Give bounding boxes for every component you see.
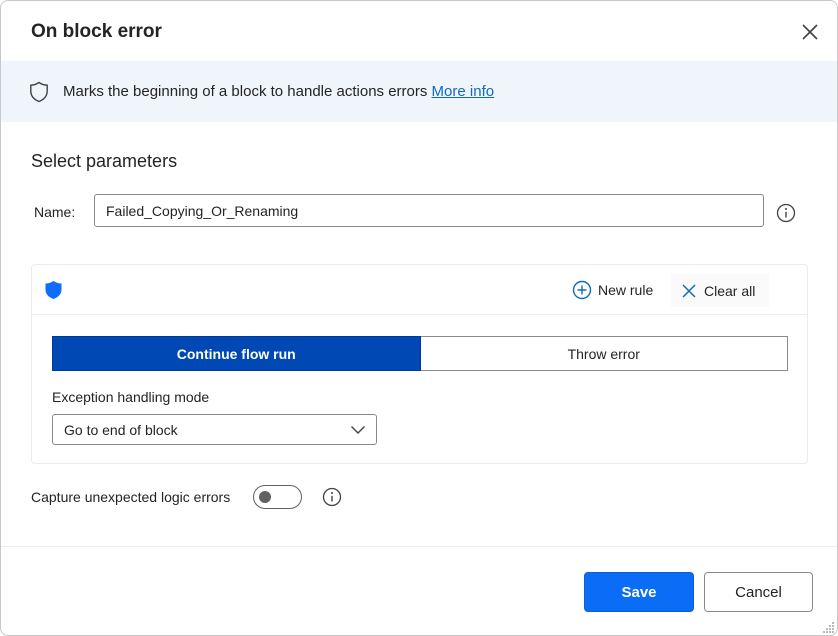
resize-grip-icon[interactable] bbox=[823, 621, 835, 633]
capture-errors-toggle[interactable] bbox=[253, 485, 302, 509]
cancel-button[interactable]: Cancel bbox=[704, 572, 813, 612]
continue-flow-run-option[interactable]: Continue flow run bbox=[52, 336, 421, 371]
shield-outline-icon bbox=[29, 81, 49, 103]
more-info-link[interactable]: More info bbox=[432, 83, 495, 100]
name-label: Name: bbox=[34, 204, 75, 220]
exception-mode-value: Go to end of block bbox=[64, 422, 178, 438]
panel-header: New rule Clear all bbox=[32, 265, 807, 315]
exception-mode-label: Exception handling mode bbox=[52, 389, 209, 405]
error-action-segmented-control: Continue flow run Throw error bbox=[52, 336, 788, 371]
section-title: Select parameters bbox=[31, 151, 177, 172]
new-rule-button[interactable]: New rule bbox=[572, 279, 653, 301]
new-rule-label: New rule bbox=[598, 282, 653, 298]
banner-description: Marks the beginning of a block to handle… bbox=[63, 83, 432, 100]
close-icon bbox=[799, 21, 821, 43]
clear-all-label: Clear all bbox=[704, 283, 755, 299]
on-block-error-dialog: On block error Marks the beginning of a … bbox=[0, 0, 838, 636]
save-button[interactable]: Save bbox=[584, 572, 694, 612]
error-rules-panel: New rule Clear all Continue flow run Thr… bbox=[31, 264, 808, 464]
dismiss-icon bbox=[681, 283, 697, 299]
chevron-down-icon bbox=[350, 424, 366, 436]
clear-all-button[interactable]: Clear all bbox=[671, 274, 769, 307]
exception-mode-dropdown[interactable]: Go to end of block bbox=[52, 414, 377, 445]
name-input[interactable] bbox=[94, 194, 764, 227]
info-banner: Marks the beginning of a block to handle… bbox=[1, 61, 837, 122]
dialog-title: On block error bbox=[31, 21, 162, 43]
add-circle-icon bbox=[572, 280, 592, 300]
toggle-knob bbox=[259, 491, 271, 503]
close-button[interactable] bbox=[799, 21, 821, 43]
banner-text: Marks the beginning of a block to handle… bbox=[63, 83, 494, 100]
footer-divider bbox=[1, 546, 837, 547]
info-icon[interactable] bbox=[776, 203, 796, 223]
capture-errors-label: Capture unexpected logic errors bbox=[31, 489, 230, 505]
shield-filled-icon bbox=[44, 280, 63, 300]
throw-error-option[interactable]: Throw error bbox=[421, 336, 789, 371]
info-icon[interactable] bbox=[322, 487, 342, 507]
